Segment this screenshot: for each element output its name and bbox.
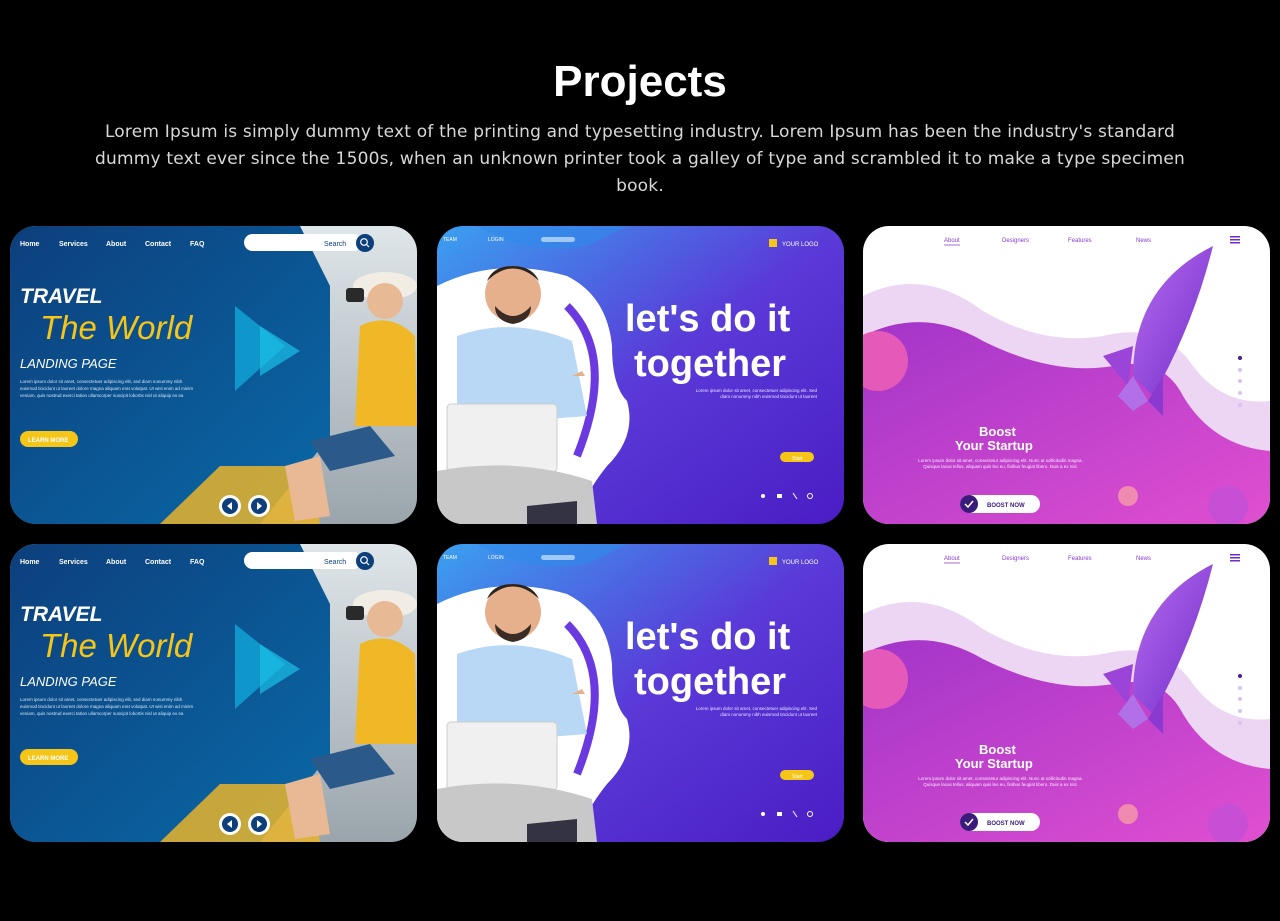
together-body: Lorem ipsum dolor sit amet, consectetuer… [695,388,817,399]
travel-heading-2: The World [40,627,194,664]
check-icon [960,813,978,831]
startup-preview: About Designers Features News Boost Your… [863,226,1270,524]
travel-search-text: Search [324,559,346,566]
startup-nav-1[interactable]: Designers [1002,238,1029,244]
together-preview: TEAM LOGIN YOUR LOGO let's do it togethe… [437,544,844,842]
project-card[interactable]: About Designers Features News Boost Your… [863,226,1270,524]
menu-icon[interactable] [1230,554,1240,562]
together-heading-2: together [634,343,786,385]
together-logo: YOUR LOGO [782,560,819,566]
together-preview: TEAM LOGIN YOUR LOGO let's do it togethe… [437,226,844,524]
travel-nav-2[interactable]: About [106,241,127,248]
startup-body: Lorem ipsum dolor sit amet, consectetur … [918,776,1083,787]
startup-heading-1: Boost [979,742,1017,757]
startup-nav-1[interactable]: Designers [1002,556,1029,562]
together-heading-2: together [634,661,786,703]
search-icon [356,552,374,570]
travel-heading-1: TRAVEL [20,603,102,626]
together-nav-1[interactable]: LOGIN [488,555,504,561]
travel-heading-3: LANDING PAGE [20,356,117,371]
travel-body: Lorem ipsum dolor sit amet, consectetuer… [20,379,194,398]
startup-body: Lorem ipsum dolor sit amet, consectetur … [918,458,1083,469]
travel-nav-3[interactable]: Contact [145,241,172,248]
startup-nav-2[interactable]: Features [1068,556,1092,562]
travel-nav-4[interactable]: FAQ [190,241,205,248]
section-title: Projects [553,57,727,106]
startup-nav-2[interactable]: Features [1068,238,1092,244]
travel-heading-1: TRAVEL [20,285,102,308]
startup-cta: BOOST NOW [987,503,1025,509]
startup-nav-0[interactable]: About [944,238,960,244]
project-card[interactable]: Home Services About Contact FAQ Search T… [10,544,417,842]
together-heading-1: let's do it [625,616,791,658]
logo-icon [769,557,777,565]
together-nav-0[interactable]: TEAM [443,555,457,561]
mail-icon [777,494,782,498]
startup-nav-0[interactable]: About [944,556,960,562]
startup-preview: About Designers Features News Boost Your… [863,544,1270,842]
travel-nav-0[interactable]: Home [20,559,40,566]
together-nav-1[interactable]: LOGIN [488,237,504,243]
section-description: Lorem Ipsum is simply dummy text of the … [95,122,1185,196]
startup-nav-3[interactable]: News [1136,556,1151,562]
together-cta: Start [792,456,803,462]
travel-cta: LEARN MORE [28,438,68,444]
together-nav-0[interactable]: TEAM [443,237,457,243]
travel-preview: Home Services About Contact FAQ Search T… [10,226,417,524]
travel-nav-1[interactable]: Services [59,241,88,248]
travel-nav-0[interactable]: Home [20,241,40,248]
startup-heading-2: Your Startup [955,756,1033,771]
project-card[interactable]: TEAM LOGIN YOUR LOGO let's do it togethe… [437,544,844,842]
travel-body: Lorem ipsum dolor sit amet, consectetuer… [20,697,194,716]
travel-preview: Home Services About Contact FAQ Search T… [10,544,417,842]
together-heading-1: let's do it [625,298,791,340]
together-cta: Start [792,774,803,780]
startup-heading-2: Your Startup [955,438,1033,453]
travel-heading-3: LANDING PAGE [20,674,117,689]
projects-section: Projects Lorem Ipsum is simply dummy tex… [0,0,1280,921]
project-card[interactable]: TEAM LOGIN YOUR LOGO let's do it togethe… [437,226,844,524]
travel-heading-2: The World [40,309,194,346]
location-icon [761,812,765,816]
startup-nav-3[interactable]: News [1136,238,1151,244]
travel-search-text: Search [324,241,346,248]
project-card[interactable]: Home Services About Contact FAQ Search T… [10,226,417,524]
together-logo: YOUR LOGO [782,242,819,248]
startup-heading-1: Boost [979,424,1017,439]
project-card[interactable]: About Designers Features News Boost Your… [863,544,1270,842]
travel-cta: LEARN MORE [28,756,68,762]
check-icon [960,495,978,513]
travel-nav-3[interactable]: Contact [145,559,172,566]
travel-nav-4[interactable]: FAQ [190,559,205,566]
location-icon [761,494,765,498]
logo-icon [769,239,777,247]
together-body: Lorem ipsum dolor sit amet, consectetuer… [695,706,817,717]
travel-nav-2[interactable]: About [106,559,127,566]
search-icon [356,234,374,252]
mail-icon [777,812,782,816]
travel-nav-1[interactable]: Services [59,559,88,566]
startup-cta: BOOST NOW [987,821,1025,827]
menu-icon[interactable] [1230,236,1240,244]
